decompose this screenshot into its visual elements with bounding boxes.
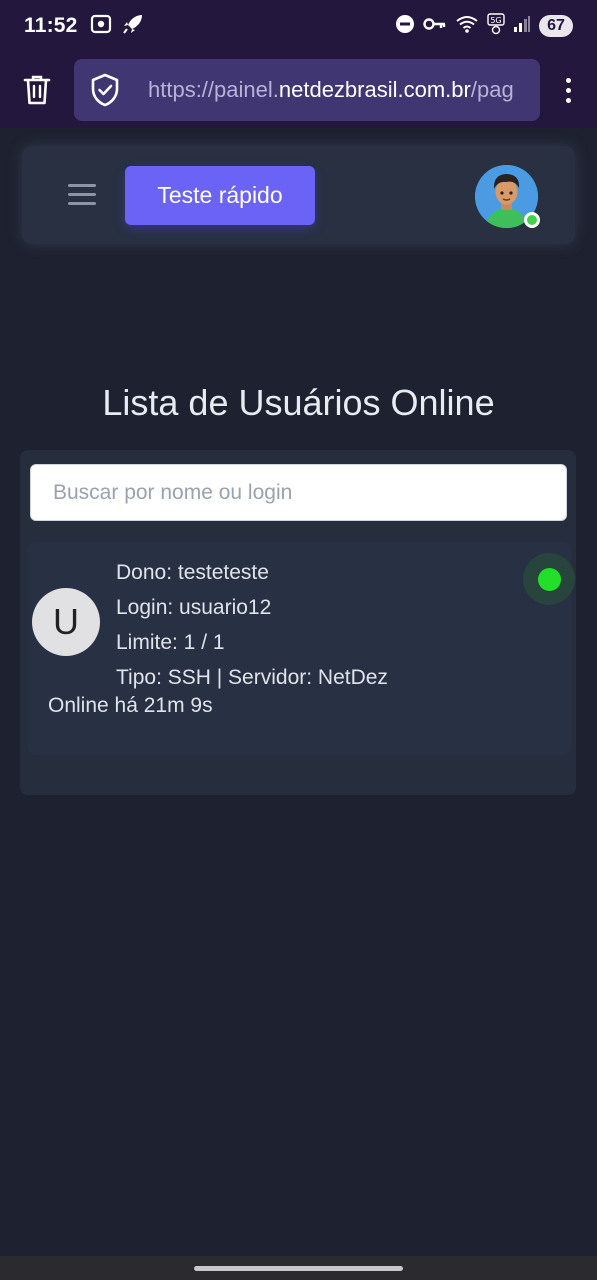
do-not-disturb-icon xyxy=(395,14,415,39)
list-item[interactable]: U Dono: testeteste Login: usuario12 Limi… xyxy=(28,542,575,755)
avatar[interactable] xyxy=(475,165,540,228)
online-status-dot xyxy=(537,567,561,591)
svg-text:5G: 5G xyxy=(490,16,501,25)
trash-icon xyxy=(23,75,51,105)
vpn-key-icon xyxy=(423,17,447,36)
top-header: Teste rápido xyxy=(22,146,575,244)
online-status-indicator xyxy=(523,553,575,605)
url-suffix: /pag xyxy=(470,77,514,102)
hamburger-menu-icon[interactable] xyxy=(68,184,96,205)
user-initial-avatar: U xyxy=(32,588,100,656)
delete-data-button[interactable] xyxy=(0,52,74,128)
status-time: 11:52 xyxy=(24,14,78,37)
user-login: Login: usuario12 xyxy=(116,596,272,619)
shield-check-icon[interactable] xyxy=(74,73,136,107)
screen-record-icon xyxy=(90,14,112,39)
home-gesture-handle[interactable] xyxy=(194,1266,403,1271)
user-owner: Dono: testeteste xyxy=(116,561,269,584)
system-nav-bar xyxy=(0,1256,597,1280)
online-users-panel: U Dono: testeteste Login: usuario12 Limi… xyxy=(20,450,576,795)
page-title: Lista de Usuários Online xyxy=(102,382,495,423)
menu-dot xyxy=(566,77,571,83)
browser-toolbar: https://painel.netdezbrasil.com.br/pag xyxy=(0,52,597,128)
url-host: netdezbrasil.com.br xyxy=(278,77,471,102)
5g-icon: 5G xyxy=(487,12,505,40)
user-details: Dono: testeteste Login: usuario12 Limite… xyxy=(116,558,388,698)
url-prefix: https://painel. xyxy=(148,77,279,102)
user-online-time: Online há 21m 9s xyxy=(48,694,213,717)
status-bar: 11:52 5G 67 xyxy=(0,0,597,52)
quick-test-button[interactable]: Teste rápido xyxy=(125,166,315,225)
search-input[interactable] xyxy=(30,464,567,521)
user-limit: Limite: 1 / 1 xyxy=(116,631,225,654)
user-type-server: Tipo: SSH | Servidor: NetDez xyxy=(116,666,388,689)
address-bar[interactable]: https://painel.netdezbrasil.com.br/pag xyxy=(74,59,540,121)
online-status-dot xyxy=(524,212,540,228)
menu-dot xyxy=(566,87,571,93)
signal-icon xyxy=(513,15,531,38)
browser-menu-button[interactable] xyxy=(540,77,597,103)
menu-dot xyxy=(566,97,571,103)
battery-indicator: 67 xyxy=(539,15,573,37)
rocket-icon xyxy=(122,13,144,40)
wifi-icon xyxy=(455,14,479,39)
url-text: https://painel.netdezbrasil.com.br/pag xyxy=(136,77,514,103)
